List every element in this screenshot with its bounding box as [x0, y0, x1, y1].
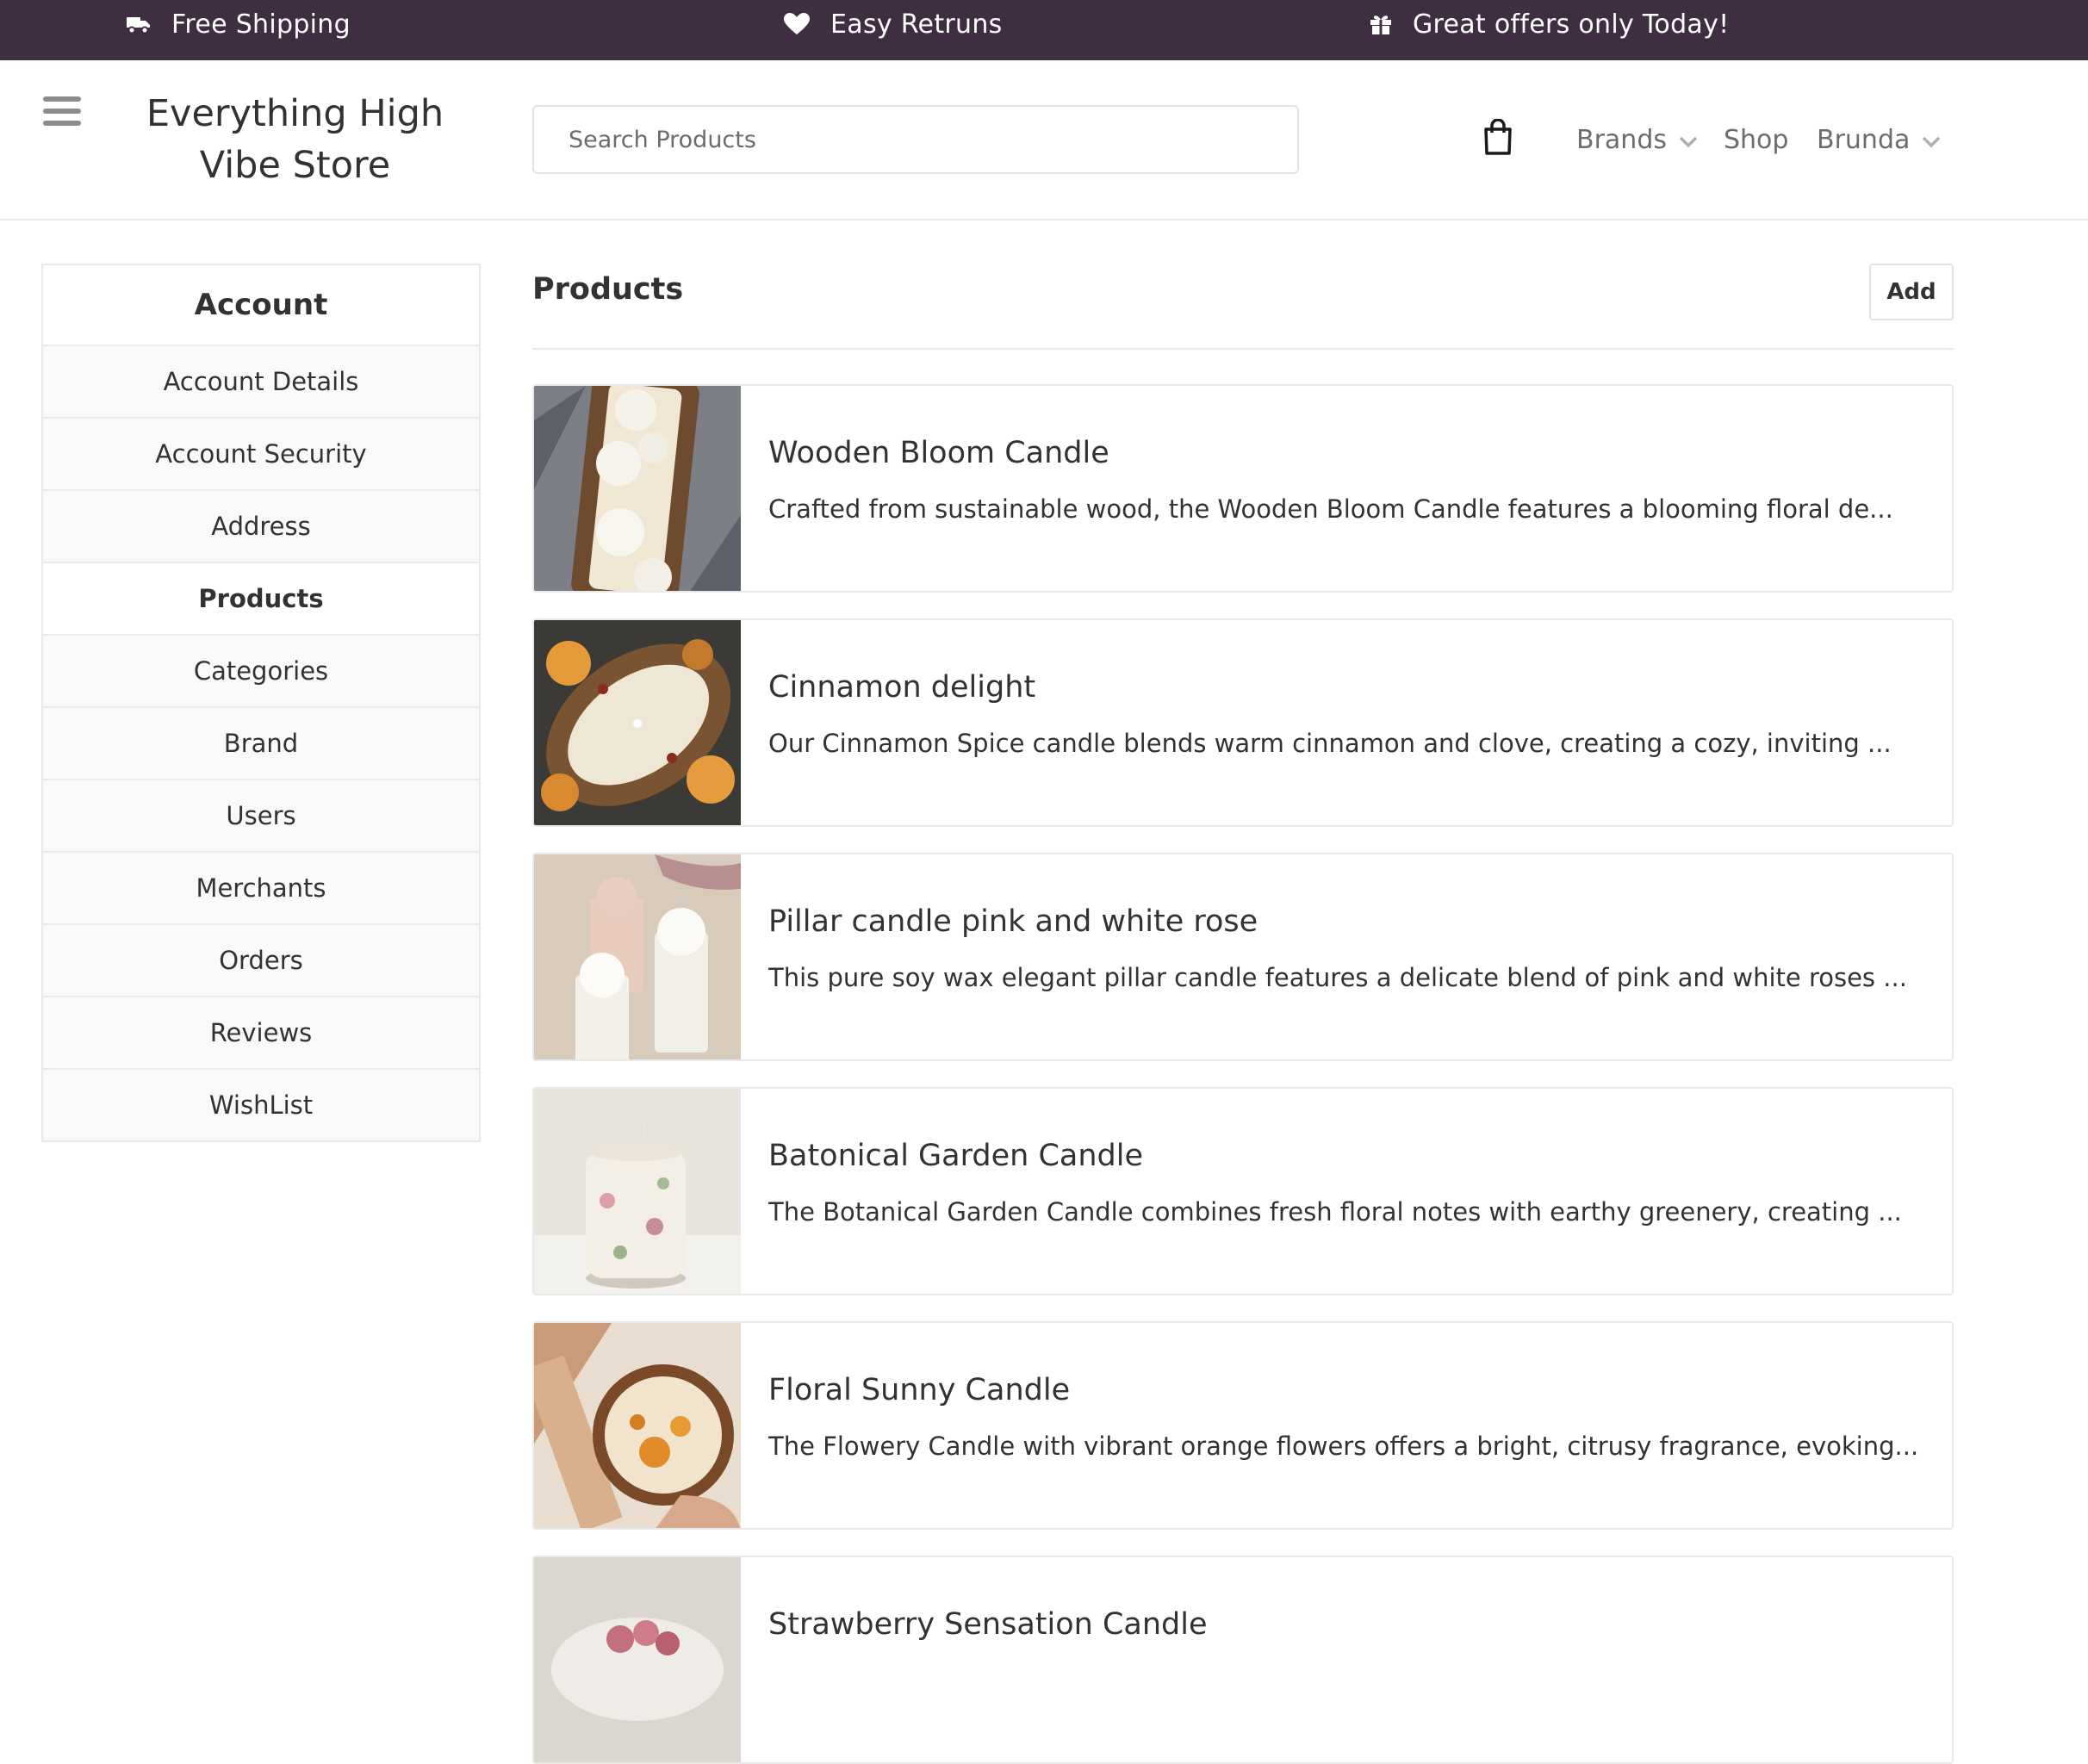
product-name: Floral Sunny Candle: [768, 1373, 1071, 1407]
product-name: Pillar candle pink and white rose: [768, 904, 1258, 939]
product-card[interactable]: Pillar candle pink and white rose This p…: [532, 853, 1954, 1061]
account-sidebar: Account Account Details Account Security…: [41, 264, 481, 1142]
hamburger-menu-icon[interactable]: [43, 96, 81, 131]
chevron-down-icon: [1679, 125, 1698, 155]
promo-label: Easy Retruns: [830, 9, 1003, 40]
shopping-bag-icon[interactable]: [1483, 118, 1513, 158]
product-description: The Flowery Candle with vibrant orange f…: [768, 1432, 1919, 1461]
product-description: Our Cinnamon Spice candle blends warm ci…: [768, 729, 1892, 758]
product-card[interactable]: Batonical Garden Candle The Botanical Ga…: [532, 1087, 1954, 1295]
nav-brands-dropdown[interactable]: Brands: [1576, 121, 1698, 158]
sidebar-item-merchants[interactable]: Merchants: [43, 851, 479, 923]
product-card[interactable]: Wooden Bloom Candle Crafted from sustain…: [532, 384, 1954, 593]
divider: [532, 348, 1954, 350]
product-name: Cinnamon delight: [768, 670, 1036, 705]
search-input[interactable]: [532, 105, 1299, 174]
cinnamon-delight-candle-image: [534, 620, 741, 825]
product-card[interactable]: Floral Sunny Candle The Flowery Candle w…: [532, 1321, 1954, 1530]
page-title: Products: [532, 272, 684, 307]
promo-easy-returns: Easy Retruns: [784, 0, 1003, 48]
sidebar-item-account-security[interactable]: Account Security: [43, 417, 479, 489]
sidebar-title: Account: [43, 265, 479, 345]
sidebar-item-categories[interactable]: Categories: [43, 634, 479, 706]
nav-shop-label: Shop: [1724, 124, 1789, 155]
add-product-button[interactable]: Add: [1869, 264, 1954, 320]
nav-user-dropdown[interactable]: Brunda: [1817, 121, 1941, 158]
heart-icon: [784, 13, 810, 35]
product-description: Crafted from sustainable wood, the Woode…: [768, 494, 1893, 524]
promo-offers: Great offers only Today!: [1370, 0, 1729, 48]
product-card[interactable]: Strawberry Sensation Candle: [532, 1556, 1954, 1764]
strawberry-sensation-candle-image: [534, 1557, 741, 1762]
sidebar-item-address[interactable]: Address: [43, 489, 479, 562]
botanical-garden-candle-image: [534, 1089, 741, 1294]
chevron-down-icon: [1922, 125, 1941, 155]
wooden-bloom-candle-image: [534, 386, 741, 591]
sidebar-item-products[interactable]: Products: [43, 562, 479, 634]
nav-user-label: Brunda: [1817, 124, 1911, 155]
sidebar-item-brand[interactable]: Brand: [43, 706, 479, 779]
announcement-bar: Free Shipping Easy Retruns Great offers …: [0, 0, 2088, 60]
product-name: Wooden Bloom Candle: [768, 436, 1109, 470]
site-header: Everything High Vibe Store Brands Shop B…: [0, 60, 2088, 220]
gift-icon: [1370, 13, 1392, 35]
product-description: The Botanical Garden Candle combines fre…: [768, 1197, 1902, 1227]
promo-free-shipping: Free Shipping: [127, 0, 351, 48]
promo-label: Great offers only Today!: [1413, 9, 1730, 40]
product-description: This pure soy wax elegant pillar candle …: [768, 963, 1907, 992]
product-name: Batonical Garden Candle: [768, 1139, 1143, 1173]
nav-brands-label: Brands: [1576, 124, 1667, 155]
sidebar-item-account-details[interactable]: Account Details: [43, 345, 479, 417]
product-name: Strawberry Sensation Candle: [768, 1607, 1208, 1642]
truck-icon: [127, 14, 151, 34]
product-card[interactable]: Cinnamon delight Our Cinnamon Spice cand…: [532, 618, 1954, 827]
sidebar-item-wishlist[interactable]: WishList: [43, 1068, 479, 1140]
pillar-rose-candle-image: [534, 854, 741, 1059]
nav-shop-link[interactable]: Shop: [1724, 121, 1788, 158]
sidebar-item-users[interactable]: Users: [43, 779, 479, 851]
floral-sunny-candle-image: [534, 1323, 741, 1528]
promo-label: Free Shipping: [171, 9, 351, 40]
store-name[interactable]: Everything High Vibe Store: [121, 88, 469, 191]
sidebar-item-orders[interactable]: Orders: [43, 923, 479, 996]
sidebar-item-reviews[interactable]: Reviews: [43, 996, 479, 1068]
